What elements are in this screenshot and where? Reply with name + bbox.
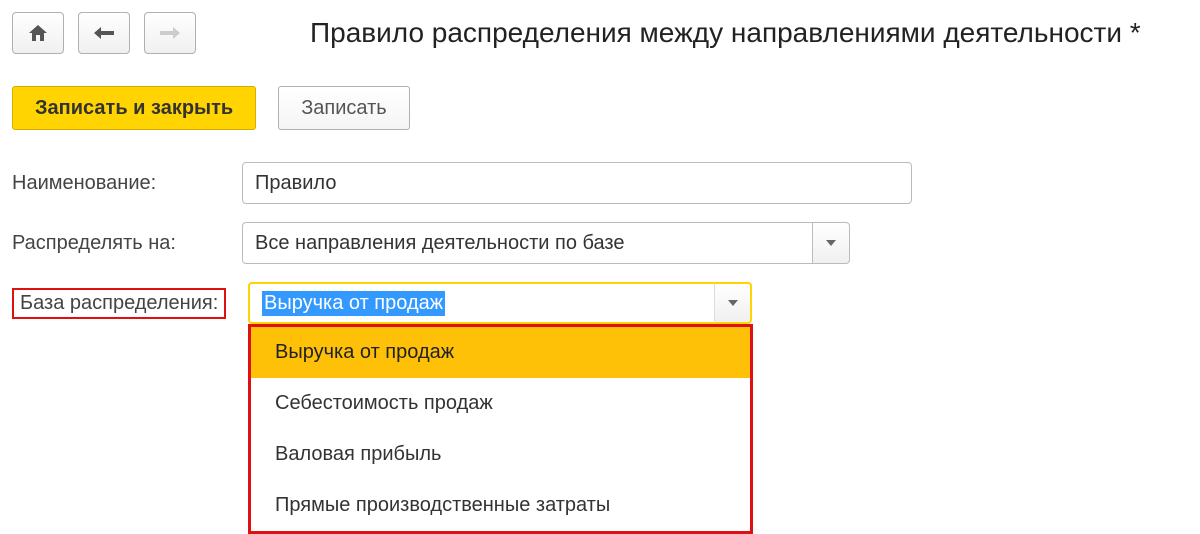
save-button[interactable]: Записать bbox=[278, 86, 409, 130]
base-select[interactable]: Выручка от продаж Выручка от продаж Себе… bbox=[248, 282, 752, 324]
home-icon bbox=[27, 23, 49, 43]
base-dropdown-list: Выручка от продаж Себестоимость продаж В… bbox=[248, 324, 753, 534]
arrow-right-icon bbox=[158, 26, 182, 40]
back-button[interactable] bbox=[78, 12, 130, 54]
distribute-dropdown-button[interactable] bbox=[812, 222, 850, 264]
arrow-left-icon bbox=[92, 26, 116, 40]
save-and-close-button[interactable]: Записать и закрыть bbox=[12, 86, 256, 130]
name-input[interactable] bbox=[242, 162, 912, 204]
chevron-down-icon bbox=[728, 300, 738, 306]
home-button[interactable] bbox=[12, 12, 64, 54]
dropdown-option[interactable]: Прямые производственные затраты bbox=[251, 480, 750, 531]
chevron-down-icon bbox=[826, 240, 836, 246]
name-label: Наименование: bbox=[12, 172, 242, 195]
base-label: База распределения: bbox=[12, 288, 226, 319]
base-value: Выручка от продаж bbox=[248, 282, 714, 324]
dropdown-option[interactable]: Валовая прибыль bbox=[251, 429, 750, 480]
base-dropdown-button[interactable] bbox=[714, 282, 752, 324]
dropdown-option[interactable]: Себестоимость продаж bbox=[251, 378, 750, 429]
page-title: Правило распределения между направлениям… bbox=[310, 17, 1141, 49]
base-label-wrap: База распределения: bbox=[12, 288, 248, 319]
distribute-select[interactable]: Все направления деятельности по базе bbox=[242, 222, 850, 264]
forward-button[interactable] bbox=[144, 12, 196, 54]
distribute-value: Все направления деятельности по базе bbox=[242, 222, 812, 264]
dropdown-option[interactable]: Выручка от продаж bbox=[251, 327, 750, 378]
base-value-text: Выручка от продаж bbox=[262, 291, 445, 316]
distribute-label: Распределять на: bbox=[12, 232, 242, 255]
